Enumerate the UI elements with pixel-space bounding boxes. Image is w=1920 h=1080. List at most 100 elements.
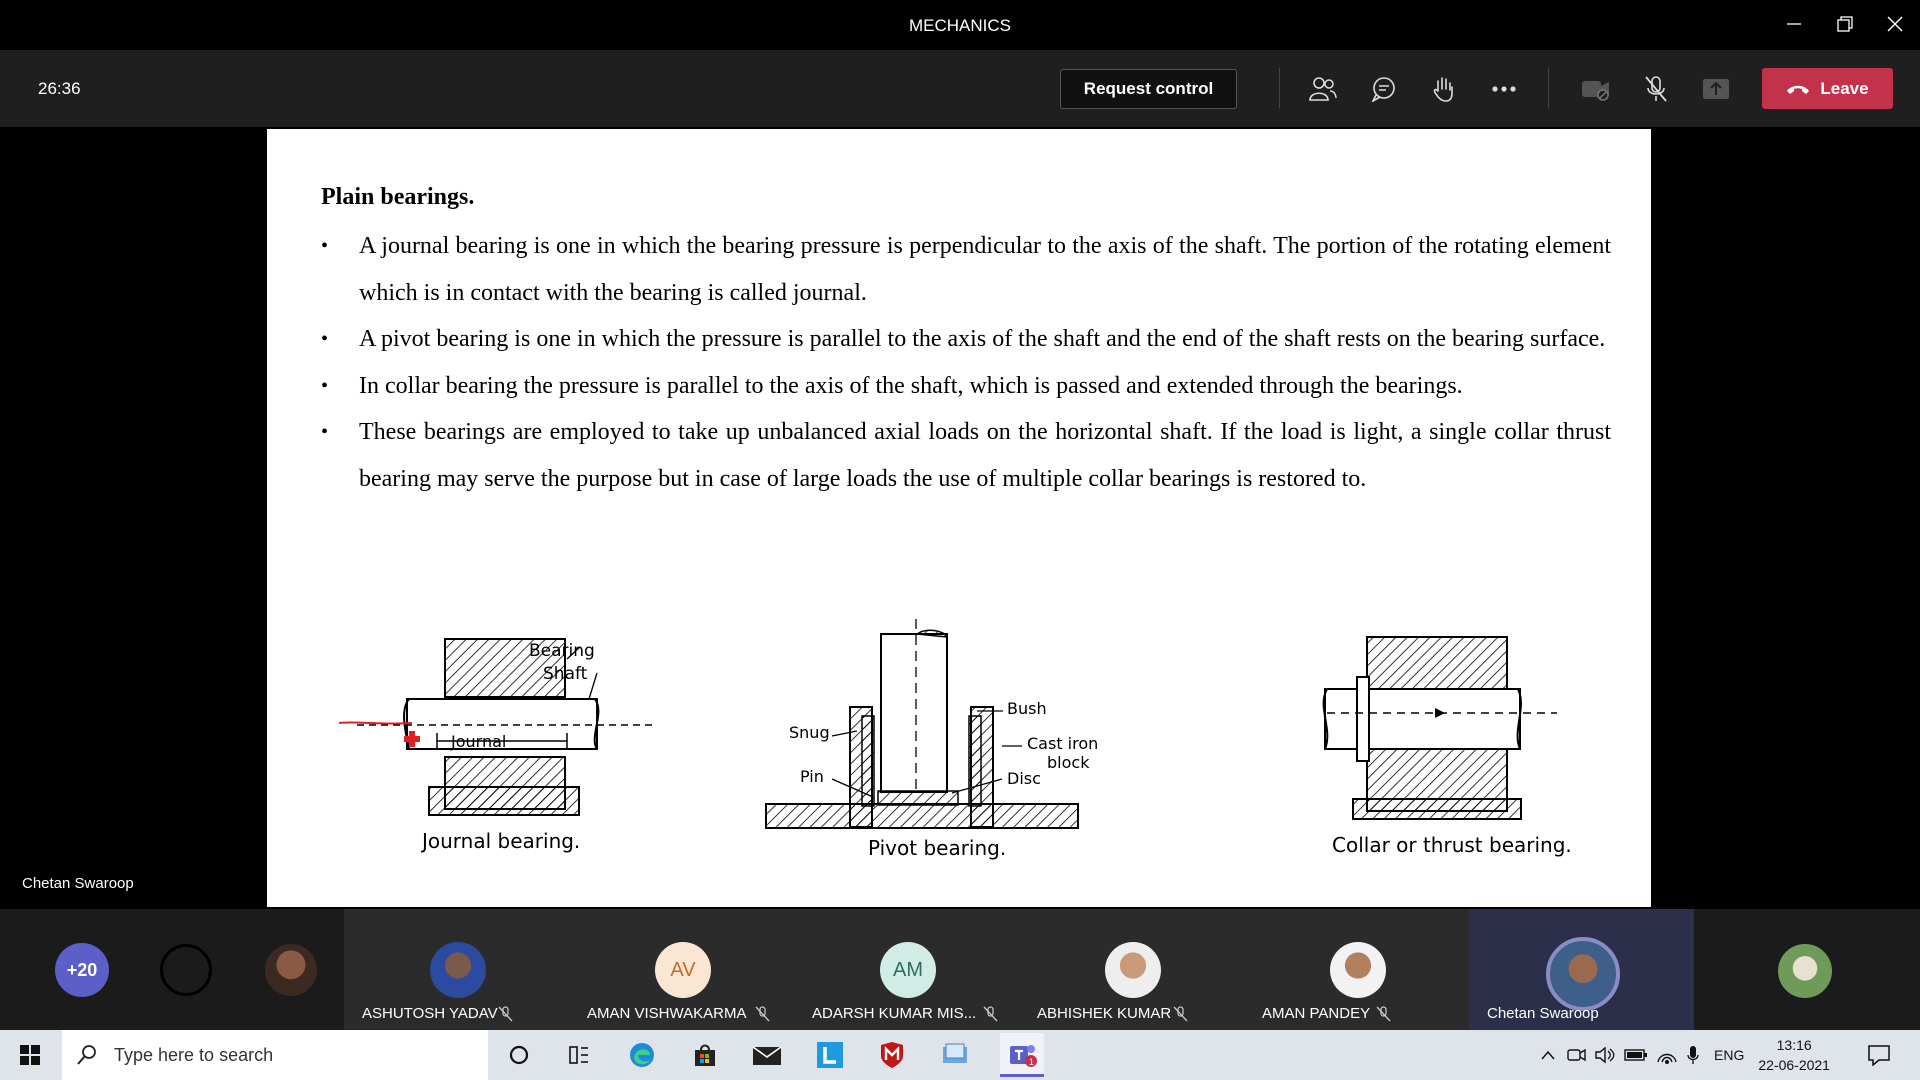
clock[interactable]: 13:16 22-06-2021 — [1758, 1035, 1830, 1075]
more-icon[interactable] — [1487, 72, 1521, 106]
avatar — [1105, 942, 1161, 998]
bullet-dot: • — [321, 421, 329, 443]
participant-tile[interactable]: ASHUTOSH YADAV — [344, 909, 569, 1030]
overflow-count: +20 — [66, 959, 98, 980]
collar-caption: Collar or thrust bearing. — [1332, 833, 1572, 857]
edge-browser-icon[interactable] — [625, 1038, 659, 1072]
participant-photo-avatar[interactable] — [1778, 944, 1832, 998]
participant-empty-avatar[interactable] — [160, 944, 212, 996]
meeting-toolbar: 26:36 Request control Leave — [0, 50, 1920, 127]
store-icon[interactable] — [688, 1038, 722, 1072]
snug-label: Snug — [789, 723, 830, 742]
avatar — [1330, 942, 1386, 998]
toolbar-divider — [1548, 68, 1549, 108]
journal-label: Journal — [451, 732, 507, 751]
meet-now-icon[interactable] — [1566, 1046, 1586, 1064]
restore-button[interactable] — [1828, 10, 1862, 38]
clock-date: 22-06-2021 — [1758, 1057, 1830, 1073]
slide-bullet: • A journal bearing is one in which the b… — [321, 223, 1611, 316]
wifi-icon[interactable] — [1656, 1046, 1678, 1064]
slide-bullet: • These bearings are employed to take up … — [321, 409, 1611, 502]
mic-muted-icon — [1376, 1006, 1391, 1022]
avatar — [1546, 937, 1620, 1011]
shared-slide: Plain bearings. • A journal bearing is on… — [267, 129, 1651, 907]
leave-button[interactable]: Leave — [1762, 68, 1893, 109]
search-placeholder: Type here to search — [114, 1044, 274, 1065]
participant-tile-active-speaker[interactable]: Chetan Swaroop — [1469, 909, 1694, 1030]
shaft-label: Shaft — [543, 664, 588, 684]
request-control-button[interactable]: Request control — [1060, 69, 1237, 109]
mail-icon[interactable] — [750, 1038, 784, 1072]
bush-label: Bush — [1007, 699, 1047, 718]
bearing-diagrams: Bearing Shaft Journal Journal bearing. B… — [267, 589, 1651, 907]
app-l-icon[interactable] — [813, 1038, 847, 1072]
participant-name: ADARSH KUMAR MIS... — [812, 1005, 977, 1022]
avatar — [430, 942, 486, 998]
minimize-icon — [1787, 23, 1801, 25]
taskbar-search[interactable]: Type here to search — [62, 1030, 488, 1080]
raise-hand-icon[interactable] — [1427, 72, 1461, 106]
journal-bearing-drawing — [338, 638, 652, 816]
participant-name: ASHUTOSH YADAV — [362, 1005, 498, 1022]
window-title: MECHANICS — [908, 16, 1011, 35]
cast-iron-label: Cast iron — [1027, 734, 1099, 753]
mic-muted-icon — [755, 1006, 770, 1022]
bullet-text: These bearings are employed to take up u… — [359, 419, 1611, 492]
mic-muted-icon[interactable] — [1639, 72, 1673, 106]
bullet-dot: • — [321, 235, 329, 257]
task-view-icon[interactable] — [562, 1038, 596, 1072]
participant-photo-avatar[interactable] — [265, 944, 317, 996]
toolbar-divider — [1279, 68, 1280, 108]
pivot-caption: Pivot bearing. — [868, 836, 1007, 860]
participants-icon[interactable] — [1306, 72, 1340, 106]
mcafee-icon[interactable] — [875, 1038, 909, 1072]
language-indicator[interactable]: ENG — [1714, 1047, 1744, 1063]
collar-bearing-drawing — [1322, 636, 1557, 820]
bullet-dot: • — [321, 328, 329, 350]
phone-hangup-icon — [1787, 85, 1810, 94]
participant-name: AMAN VISHWAKARMA — [587, 1005, 747, 1022]
minimize-button[interactable] — [1777, 10, 1811, 38]
participant-name: Chetan Swaroop — [1487, 1005, 1599, 1022]
close-icon — [1887, 16, 1903, 32]
notifications-icon[interactable] — [1862, 1038, 1896, 1072]
bullet-dot: • — [321, 374, 329, 397]
teams-app-icon[interactable]: 1 — [1000, 1033, 1044, 1077]
participant-name: ABHISHEK KUMAR — [1037, 1005, 1172, 1022]
file-explorer-icon[interactable] — [938, 1038, 972, 1072]
bullet-text: A journal bearing is one in which the be… — [359, 233, 1611, 306]
search-icon — [77, 1045, 96, 1065]
mic-muted-icon — [983, 1006, 998, 1022]
mic-muted-icon — [498, 1006, 513, 1022]
participant-tile[interactable]: AMAN PANDEY — [1244, 909, 1469, 1030]
bullet-text: A pivot bearing is one in which the pres… — [359, 326, 1606, 352]
meeting-timer: 26:36 — [38, 79, 81, 98]
overflow-participants-button[interactable]: +20 — [55, 943, 109, 997]
battery-icon[interactable] — [1624, 1048, 1648, 1062]
share-icon[interactable] — [1699, 72, 1733, 106]
slide-heading: Plain bearings. — [321, 184, 475, 210]
pin-label: Pin — [800, 767, 824, 786]
camera-off-icon[interactable] — [1579, 72, 1613, 106]
slide-bullet: • In collar bearing the pressure is paral… — [321, 363, 1611, 410]
participants-strip: +20 ASHUTOSH YADAV AV AMAN VISHWAKARMA A… — [0, 909, 1920, 1030]
restore-icon — [1837, 16, 1853, 32]
chat-icon[interactable] — [1367, 72, 1401, 106]
cortana-icon[interactable] — [502, 1038, 536, 1072]
participant-tile[interactable]: AV AMAN VISHWAKARMA — [569, 909, 794, 1030]
disc-label: Disc — [1007, 769, 1041, 788]
slide-bullet: • A pivot bearing is one in which the pre… — [321, 316, 1611, 363]
presenter-label: Chetan Swaroop — [22, 875, 134, 892]
participant-tile[interactable]: ABHISHEK KUMAR — [1019, 909, 1244, 1030]
start-button[interactable] — [13, 1038, 47, 1072]
close-button[interactable] — [1878, 10, 1912, 38]
microphone-icon[interactable] — [1686, 1045, 1700, 1065]
leave-label: Leave — [1820, 78, 1869, 98]
speaker-icon[interactable] — [1594, 1046, 1616, 1064]
bullet-text: In collar bearing the pressure is parall… — [359, 372, 1463, 399]
chevron-up-icon[interactable] — [1540, 1049, 1556, 1061]
clock-time: 13:16 — [1776, 1037, 1812, 1053]
journal-caption: Journal bearing. — [422, 829, 581, 853]
participant-tile[interactable]: AM ADARSH KUMAR MIS... — [794, 909, 1019, 1030]
block-label: block — [1047, 753, 1090, 772]
